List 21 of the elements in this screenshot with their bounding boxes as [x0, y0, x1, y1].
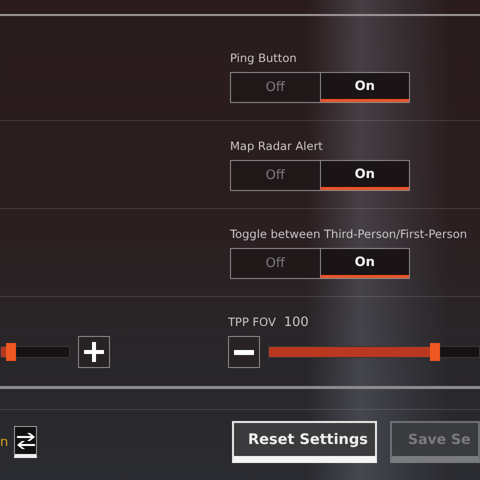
slider-value: 100 — [284, 315, 309, 330]
increase-button[interactable] — [78, 336, 110, 368]
toggle-option[interactable]: On — [320, 249, 409, 278]
slider-handle[interactable] — [6, 343, 16, 361]
toggle-option[interactable]: Off — [231, 249, 320, 278]
slider-handle[interactable] — [430, 343, 440, 361]
swap-icon — [16, 432, 36, 450]
reset-button[interactable]: Reset Settings — [232, 421, 377, 463]
decrease-button[interactable] — [228, 336, 260, 368]
option-label: n — [0, 434, 10, 450]
slider-label: TPP FOV — [228, 315, 276, 329]
setting-label: Toggle between Third-Person/First-Person — [230, 227, 468, 241]
plus-icon — [84, 342, 104, 362]
toggle-option[interactable]: Off — [231, 73, 320, 102]
setting-label: Ping Button — [230, 51, 297, 65]
setting-label: Map Radar Alert — [230, 139, 323, 153]
minus-icon — [234, 350, 254, 354]
toggle-option[interactable]: On — [320, 161, 409, 190]
swap-button[interactable] — [14, 426, 37, 458]
toggle-option[interactable]: Off — [231, 161, 320, 190]
toggle-option[interactable]: On — [320, 73, 409, 102]
